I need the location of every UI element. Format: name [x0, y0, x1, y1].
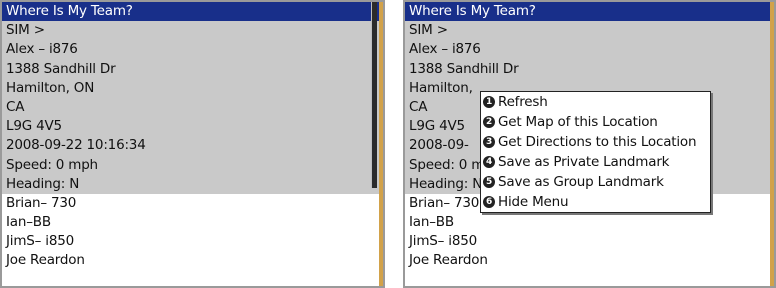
menu-item-label: Save as Private Landmark	[498, 154, 670, 170]
menu-item-refresh[interactable]: 1 Refresh	[481, 92, 710, 112]
team-member-item[interactable]: Ian–BB	[405, 213, 774, 233]
number-5-icon: 5	[483, 176, 495, 188]
app-title[interactable]: Where Is My Team?	[405, 2, 774, 22]
menu-item-save-group-landmark[interactable]: 5 Save as Group Landmark	[481, 172, 710, 192]
timestamp: 2008-09-22 10:16:34	[2, 136, 383, 156]
device-edge	[379, 2, 383, 286]
number-3-icon: 3	[483, 136, 495, 148]
device-edge	[770, 2, 774, 286]
country: CA	[2, 97, 383, 118]
team-member-item[interactable]: Joe Reardon	[2, 251, 383, 271]
number-4-icon: 4	[483, 156, 495, 168]
screen-left: Where Is My Team? SIM > Alex – i876 1388…	[0, 0, 385, 288]
speed: Speed: 0 mph	[2, 155, 383, 175]
team-member-item[interactable]: JimS– i850	[405, 232, 774, 252]
street-address: 1388 Sandhill Dr	[2, 59, 383, 79]
context-menu: 1 Refresh 2 Get Map of this Location 3 G…	[480, 91, 711, 213]
menu-item-label: Get Directions to this Location	[498, 134, 697, 150]
member-name: Alex – i876	[2, 40, 383, 60]
street-address: 1388 Sandhill Dr	[405, 59, 774, 79]
sim-row[interactable]: SIM >	[2, 21, 383, 41]
menu-item-hide-menu[interactable]: 6 Hide Menu	[481, 192, 710, 212]
city-province: Hamilton, ON	[2, 78, 383, 98]
heading: Heading: N	[2, 174, 383, 194]
menu-item-label: Refresh	[498, 94, 548, 110]
menu-item-get-map[interactable]: 2 Get Map of this Location	[481, 112, 710, 132]
scrollbar[interactable]	[371, 2, 377, 188]
app-title[interactable]: Where Is My Team?	[2, 2, 383, 22]
sim-row[interactable]: SIM >	[405, 21, 774, 41]
team-member-item[interactable]: Brian– 730	[2, 193, 383, 214]
menu-item-label: Hide Menu	[498, 194, 569, 210]
number-6-icon: 6	[483, 196, 495, 208]
number-2-icon: 2	[483, 116, 495, 128]
menu-item-label: Get Map of this Location	[498, 114, 658, 130]
number-1-icon: 1	[483, 96, 495, 108]
menu-item-save-private-landmark[interactable]: 4 Save as Private Landmark	[481, 152, 710, 172]
screen-right: Where Is My Team? SIM > Alex – i876 1388…	[403, 0, 776, 288]
menu-item-label: Save as Group Landmark	[498, 174, 664, 190]
menu-item-get-directions[interactable]: 3 Get Directions to this Location	[481, 132, 710, 152]
team-member-item[interactable]: Joe Reardon	[405, 251, 774, 271]
team-member-item[interactable]: Ian–BB	[2, 213, 383, 233]
member-name: Alex – i876	[405, 40, 774, 60]
postal-code: L9G 4V5	[2, 117, 383, 137]
team-member-item[interactable]: JimS– i850	[2, 232, 383, 252]
